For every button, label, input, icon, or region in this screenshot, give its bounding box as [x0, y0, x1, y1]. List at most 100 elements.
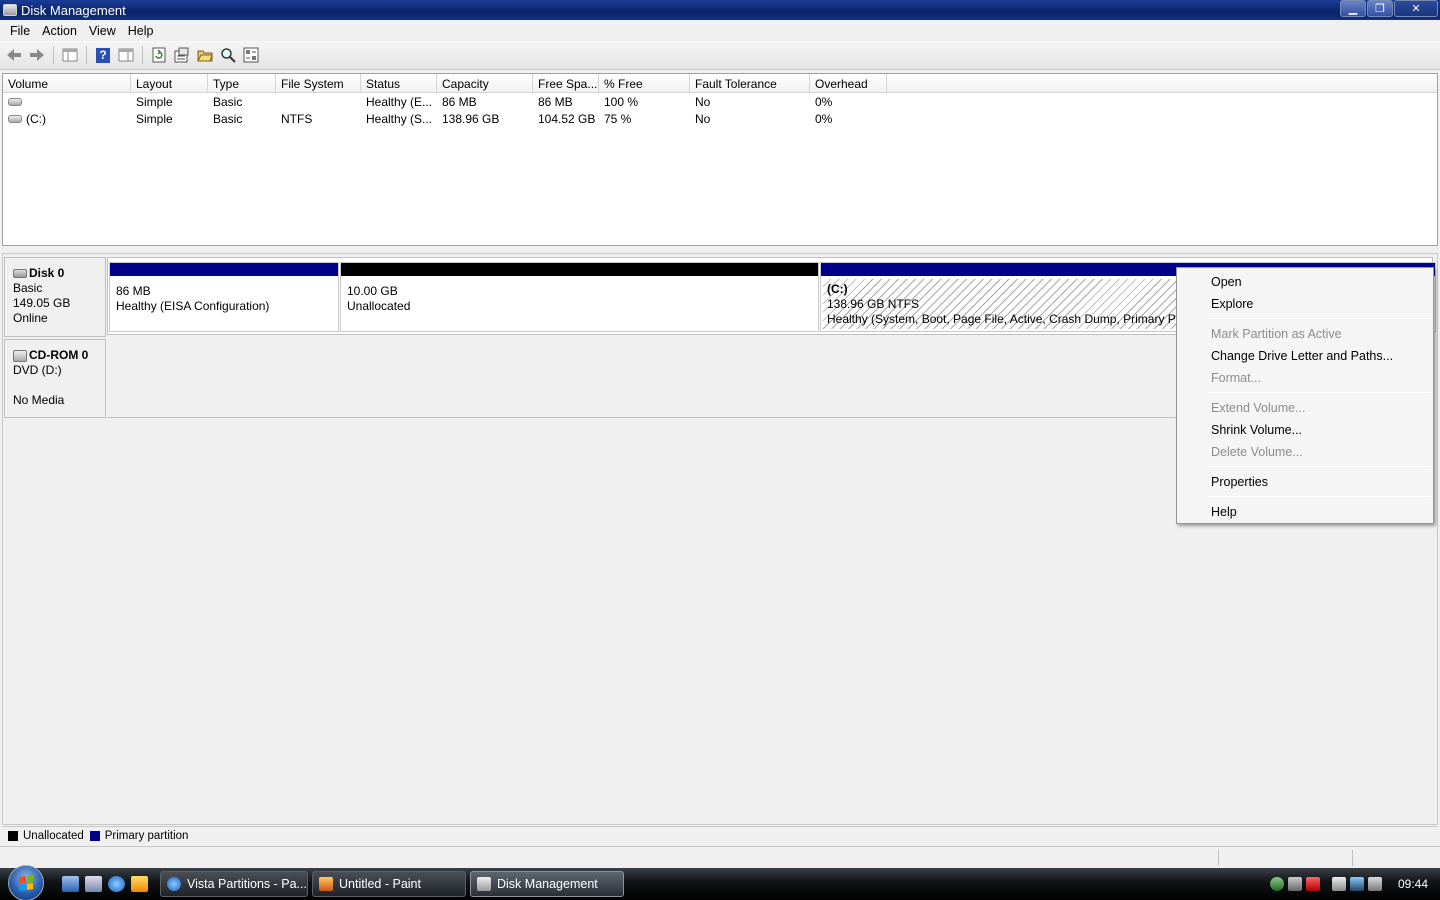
forward-button[interactable]	[27, 45, 47, 65]
menu-view[interactable]: View	[83, 22, 122, 40]
restore-button[interactable]: ❐	[1367, 0, 1393, 17]
legend-label: Unallocated	[23, 829, 84, 842]
forward-icon	[30, 49, 44, 61]
type-cell: Basic	[213, 94, 243, 109]
internet-explorer-icon[interactable]	[108, 876, 125, 892]
cdrom-0-label[interactable]: CD-ROM 0 DVD (D:) No Media	[4, 339, 106, 418]
table-row[interactable]: (C:) Simple Basic NTFS Healthy (S... 138…	[3, 110, 1437, 127]
device-icon[interactable]	[1287, 877, 1302, 891]
percent-free-cell: 75 %	[604, 111, 632, 126]
refresh-icon	[152, 47, 166, 63]
volume-list: Volume Layout Type File System Status Ca…	[2, 73, 1438, 246]
column-header-free-space[interactable]: Free Spa...	[533, 74, 599, 92]
close-button[interactable]: ✕	[1394, 0, 1438, 17]
window-title: Disk Management	[21, 2, 126, 18]
status-cell: Healthy (E...	[366, 94, 433, 109]
network-icon[interactable]	[1349, 877, 1364, 891]
task-label: Untitled - Paint	[339, 877, 421, 891]
volume-name: (C:)	[26, 111, 46, 126]
disk-0-label[interactable]: Disk 0 Basic 149.05 GB Online	[4, 257, 106, 337]
menu-item-properties[interactable]: Properties	[1177, 471, 1433, 493]
menu-item-delete-volume: Delete Volume...	[1211, 445, 1303, 459]
menu-separator	[1207, 318, 1431, 319]
explore-button[interactable]	[218, 45, 238, 65]
explore-icon	[221, 48, 236, 63]
column-header-volume[interactable]: Volume	[3, 74, 131, 92]
disk-size: 149.05 GB	[13, 296, 71, 310]
console-tree-icon	[62, 48, 78, 62]
free-space-cell: 86 MB	[538, 94, 573, 109]
disk-state: No Media	[13, 393, 65, 407]
column-header-percent-free[interactable]: % Free	[599, 74, 690, 92]
settings-icon	[243, 47, 259, 63]
partition-status: Unallocated	[347, 299, 411, 313]
windows-logo-icon	[19, 875, 33, 891]
help-button[interactable]: ?	[93, 45, 113, 65]
menu-separator	[1207, 466, 1431, 467]
menu-item-help[interactable]: Help	[1177, 501, 1433, 523]
column-header-type[interactable]: Type	[208, 74, 276, 92]
hard-disk-icon	[13, 269, 27, 279]
internet-explorer-icon	[167, 877, 181, 891]
clock[interactable]: 09:44	[1398, 877, 1428, 891]
column-header-fault-tolerance[interactable]: Fault Tolerance	[690, 74, 810, 92]
menu-action[interactable]: Action	[36, 22, 83, 40]
menu-item-shrink-volume[interactable]: Shrink Volume...	[1177, 419, 1433, 441]
battery-icon[interactable]	[1331, 877, 1346, 891]
start-button[interactable]	[8, 865, 44, 900]
column-header-layout[interactable]: Layout	[131, 74, 208, 92]
menu-item-explore[interactable]: Explore	[1177, 293, 1433, 315]
open-button[interactable]	[195, 45, 215, 65]
menu-item-change-drive-letter[interactable]: Change Drive Letter and Paths...	[1177, 345, 1433, 367]
show-hide-action-pane-button[interactable]	[116, 45, 136, 65]
back-button[interactable]	[4, 45, 24, 65]
partition-unallocated[interactable]: 10.00 GB Unallocated	[340, 262, 819, 332]
task-disk-management[interactable]: Disk Management	[470, 871, 624, 897]
menu-bar: File Action View Help	[0, 20, 1440, 41]
users-icon[interactable]	[1269, 877, 1284, 891]
unallocated-swatch	[8, 830, 18, 841]
task-vista-partitions[interactable]: Vista Partitions - Pa...	[160, 871, 308, 897]
legend-item-unallocated: Unallocated	[8, 830, 84, 842]
partition-size: 86 MB	[116, 284, 151, 298]
partition-status: Healthy (EISA Configuration)	[116, 299, 270, 313]
column-header-status[interactable]: Status	[361, 74, 437, 92]
column-header-overhead[interactable]: Overhead	[810, 74, 887, 92]
status-cell: Healthy (S...	[366, 111, 433, 126]
title-bar[interactable]: Disk Management ▁ ❐ ✕	[0, 0, 1440, 20]
cdrom-icon	[13, 349, 27, 362]
properties-button[interactable]	[172, 45, 192, 65]
layout-cell: Simple	[136, 94, 173, 109]
drive-icon	[8, 115, 22, 124]
menu-help[interactable]: Help	[122, 22, 160, 40]
window-controls: ▁ ❐ ✕	[1340, 0, 1438, 17]
overhead-cell: 0%	[815, 94, 833, 109]
legend-label: Primary partition	[104, 829, 189, 842]
disk-management-app-icon[interactable]	[3, 4, 17, 16]
quick-launch	[62, 876, 148, 892]
partition-eisa[interactable]: 86 MB Healthy (EISA Configuration)	[109, 262, 339, 332]
task-paint[interactable]: Untitled - Paint	[312, 871, 466, 897]
overhead-cell: 0%	[815, 111, 833, 126]
menu-item-open[interactable]: Open	[1177, 271, 1433, 293]
menu-file[interactable]: File	[4, 22, 36, 40]
unallocated-bar	[341, 263, 818, 276]
menu-separator	[1207, 392, 1431, 393]
media-player-icon[interactable]	[131, 876, 148, 892]
column-header-file-system[interactable]: File System	[276, 74, 361, 92]
toolbar-separator	[86, 46, 87, 64]
show-hide-console-tree-button[interactable]	[60, 45, 80, 65]
minimize-button[interactable]: ▁	[1340, 0, 1366, 17]
table-row[interactable]: Simple Basic Healthy (E... 86 MB 86 MB 1…	[3, 93, 1437, 110]
type-cell: Basic	[213, 111, 243, 126]
switch-windows-icon[interactable]	[85, 876, 102, 892]
column-header-capacity[interactable]: Capacity	[437, 74, 533, 92]
open-icon	[197, 50, 213, 62]
primary-partition-bar	[110, 263, 338, 276]
antivirus-icon[interactable]	[1305, 877, 1320, 891]
legend: Unallocated Primary partition	[2, 826, 1438, 844]
settings-button[interactable]	[241, 45, 261, 65]
show-desktop-icon[interactable]	[62, 876, 79, 892]
volume-icon[interactable]	[1367, 877, 1382, 891]
refresh-button[interactable]	[149, 45, 169, 65]
